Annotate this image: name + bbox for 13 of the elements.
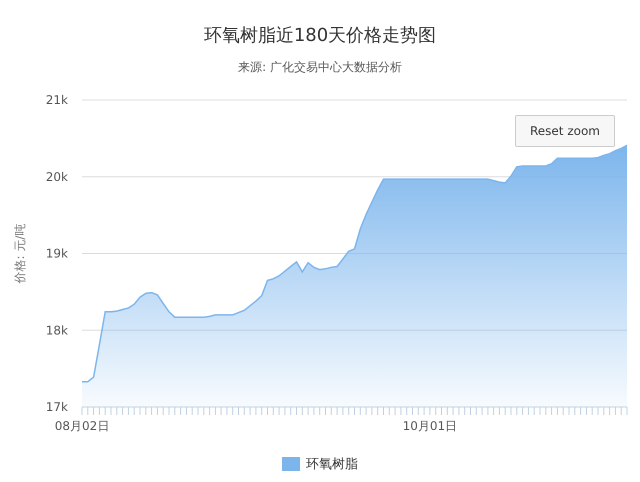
y-tick-label: 17k [46, 400, 68, 414]
chart-subtitle: 来源: 广化交易中心大数据分析 [237, 60, 403, 74]
y-tick-label: 20k [46, 170, 68, 184]
reset-zoom-button[interactable]: Reset zoom [515, 115, 615, 147]
y-tick-label: 18k [46, 323, 68, 338]
chart-title: 环氧树脂近180天价格走势图 [202, 24, 438, 48]
y-tick-label: 19k [46, 246, 68, 260]
x-tick-label: 10月01日 [402, 419, 458, 433]
legend-item[interactable]: 环氧树脂 [282, 455, 358, 473]
x-tick-label: 08月02日 [54, 419, 110, 433]
y-tick-label: 21k [46, 93, 68, 107]
legend-label: 环氧树脂 [306, 456, 358, 473]
y-axis-title: 价格: 元/吨 [13, 224, 27, 284]
